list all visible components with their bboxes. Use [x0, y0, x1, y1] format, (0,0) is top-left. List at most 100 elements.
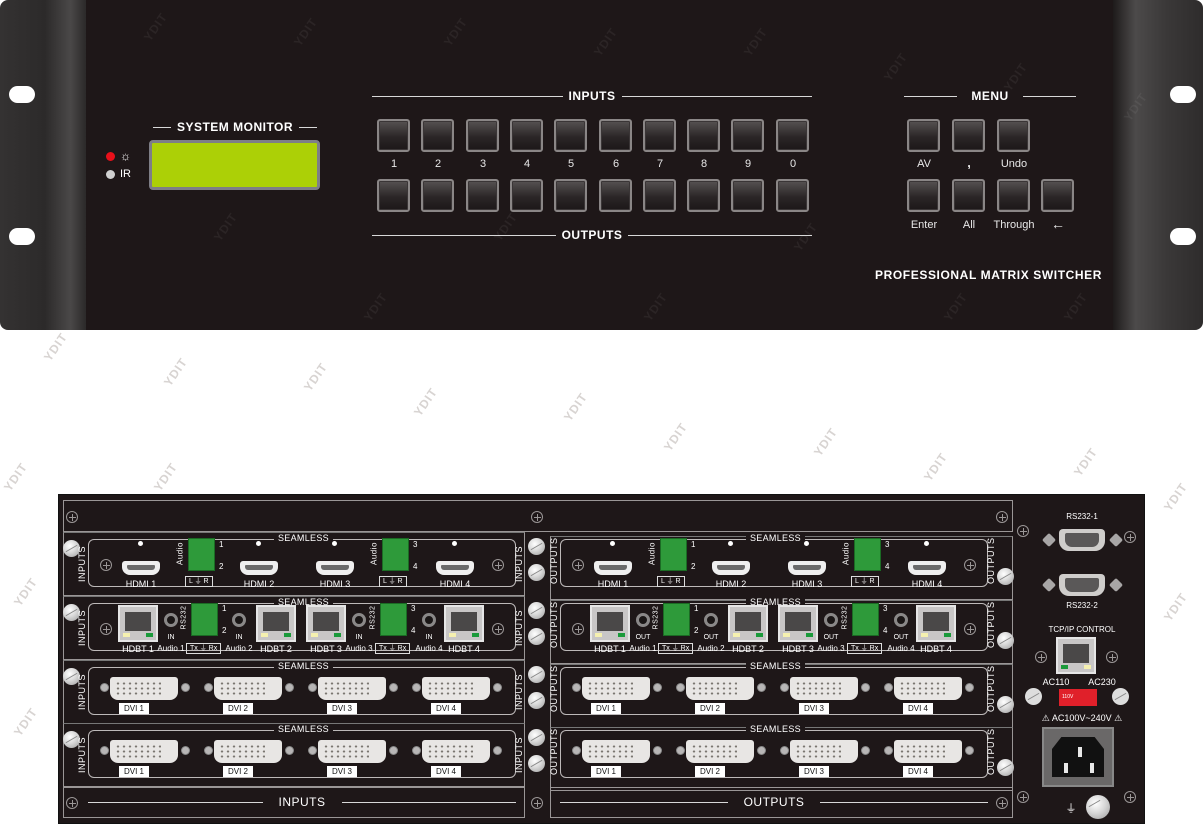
- output-key-6[interactable]: [599, 179, 632, 212]
- ground-terminal[interactable]: [1086, 795, 1110, 819]
- dvi-port-1[interactable]: [582, 740, 650, 763]
- inputs-title: INPUTS: [372, 89, 813, 103]
- screw-icon: [996, 797, 1008, 809]
- output-key-2[interactable]: [421, 179, 454, 212]
- input-key-6[interactable]: [599, 119, 632, 152]
- menu-key-av[interactable]: [907, 119, 940, 152]
- dvi-port-2[interactable]: [214, 677, 282, 700]
- ac110-label: AC110: [1042, 677, 1070, 687]
- dvi-port-4[interactable]: [894, 740, 962, 763]
- status-led: [138, 541, 143, 546]
- rs232-1-port[interactable]: [1059, 529, 1105, 551]
- rs232-terminal-block[interactable]: [852, 603, 879, 636]
- input-key-3[interactable]: [466, 119, 499, 152]
- input-key-7[interactable]: [643, 119, 676, 152]
- output-key-4[interactable]: [510, 179, 543, 212]
- terminal-number: 2: [694, 626, 699, 635]
- audio-terminal-block[interactable]: [854, 538, 881, 571]
- rs232-terminal-block[interactable]: [191, 603, 218, 636]
- hdmi-port-1[interactable]: [594, 561, 632, 575]
- voltage-switch[interactable]: 110V: [1059, 689, 1097, 706]
- output-side-label: OUTPUTS: [986, 728, 996, 775]
- audio-jack-2[interactable]: [704, 613, 718, 627]
- menu-key-undo[interactable]: [997, 119, 1030, 152]
- dvi-port-4[interactable]: [894, 677, 962, 700]
- dvi-port-2[interactable]: [214, 740, 282, 763]
- dvi-port-1[interactable]: [582, 677, 650, 700]
- dvi-port-4[interactable]: [422, 740, 490, 763]
- status-led: [332, 541, 337, 546]
- output-key-0[interactable]: [776, 179, 809, 212]
- dvi-pins: [323, 744, 369, 759]
- input-key-4[interactable]: [510, 119, 543, 152]
- dvi-port-1[interactable]: [110, 740, 178, 763]
- audio-jack-1[interactable]: [164, 613, 178, 627]
- input-key-5[interactable]: [554, 119, 587, 152]
- output-key-5[interactable]: [554, 179, 587, 212]
- audio-terminal-block[interactable]: [382, 538, 409, 571]
- rs232-terminal-block[interactable]: [663, 603, 690, 636]
- output-key-1[interactable]: [377, 179, 410, 212]
- audio-jack-3[interactable]: [824, 613, 838, 627]
- dvi-port-3[interactable]: [318, 677, 386, 700]
- power-inlet[interactable]: [1042, 727, 1114, 787]
- menu-key-through[interactable]: [997, 179, 1030, 212]
- output-key-3[interactable]: [466, 179, 499, 212]
- ir-receiver-icon: [106, 169, 115, 179]
- hdbt-port-1[interactable]: [118, 605, 158, 642]
- input-key-2[interactable]: [421, 119, 454, 152]
- audio-terminal-block[interactable]: [188, 538, 215, 571]
- hdbt-port-4[interactable]: [444, 605, 484, 642]
- hdmi-port-4[interactable]: [436, 561, 474, 575]
- dvi-port-4[interactable]: [422, 677, 490, 700]
- output-key-9[interactable]: [731, 179, 764, 212]
- sun-icon: ☼: [120, 149, 131, 163]
- hdbt-port-1[interactable]: [590, 605, 630, 642]
- dvi-port-1[interactable]: [110, 677, 178, 700]
- hdbt-port-3[interactable]: [778, 605, 818, 642]
- dvi-port-3[interactable]: [790, 740, 858, 763]
- hdmi-port-3[interactable]: [316, 561, 354, 575]
- hdbt-port-2[interactable]: [728, 605, 768, 642]
- output-key-7[interactable]: [643, 179, 676, 212]
- screw-icon: [1124, 531, 1136, 543]
- hdmi-port-2[interactable]: [240, 561, 278, 575]
- status-led: [804, 541, 809, 546]
- rs232-2-port[interactable]: [1059, 574, 1105, 596]
- hdmi-port-3[interactable]: [788, 561, 826, 575]
- input-key-0[interactable]: [776, 119, 809, 152]
- hdbt-port-2[interactable]: [256, 605, 296, 642]
- menu-key-comma[interactable]: [952, 119, 985, 152]
- menu-key-backspace[interactable]: [1041, 179, 1074, 212]
- dvi-screw: [204, 746, 213, 755]
- dvi-port-3[interactable]: [790, 677, 858, 700]
- input-key-1[interactable]: [377, 119, 410, 152]
- audio-jack-1[interactable]: [636, 613, 650, 627]
- hdmi-port-4[interactable]: [908, 561, 946, 575]
- menu-key-enter[interactable]: [907, 179, 940, 212]
- dvi-port-2[interactable]: [686, 677, 754, 700]
- dvi-port-3[interactable]: [318, 740, 386, 763]
- status-led: [924, 541, 929, 546]
- dvi-label: DVI 3: [327, 766, 357, 777]
- dvi-label: DVI 3: [799, 703, 829, 714]
- audio-terminal-block[interactable]: [660, 538, 687, 571]
- hdbt-port-4[interactable]: [916, 605, 956, 642]
- tcpip-port[interactable]: [1056, 637, 1096, 674]
- audio-dir-label: OUT: [703, 634, 719, 641]
- audio-jack-4[interactable]: [422, 613, 436, 627]
- menu-key-all[interactable]: [952, 179, 985, 212]
- output-key-8[interactable]: [687, 179, 720, 212]
- audio-jack-4[interactable]: [894, 613, 908, 627]
- dvi-screw: [412, 746, 421, 755]
- input-key-8[interactable]: [687, 119, 720, 152]
- hdbt-port-3[interactable]: [306, 605, 346, 642]
- audio-jack-3[interactable]: [352, 613, 366, 627]
- dvi-screw: [965, 683, 974, 692]
- dvi-port-2[interactable]: [686, 740, 754, 763]
- input-key-9[interactable]: [731, 119, 764, 152]
- hdmi-port-1[interactable]: [122, 561, 160, 575]
- audio-jack-2[interactable]: [232, 613, 246, 627]
- hdmi-port-2[interactable]: [712, 561, 750, 575]
- rs232-terminal-block[interactable]: [380, 603, 407, 636]
